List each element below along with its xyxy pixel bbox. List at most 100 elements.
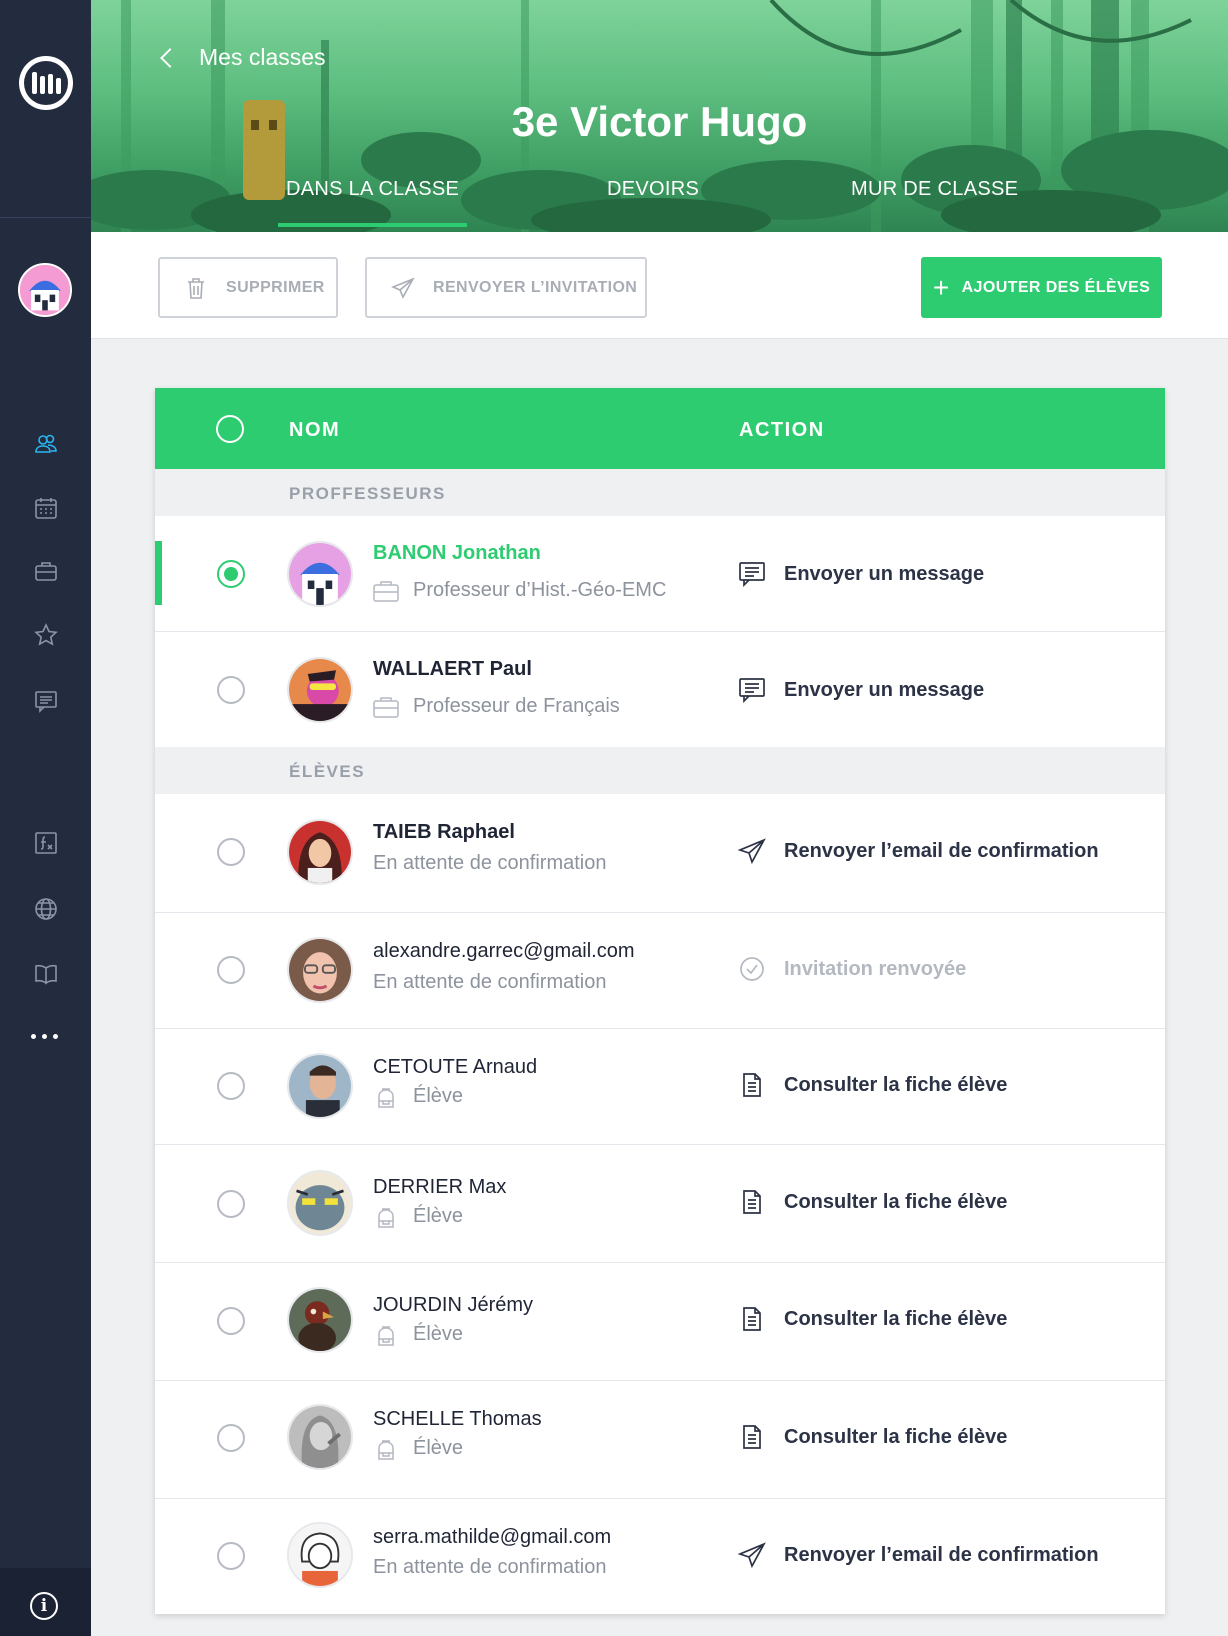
- members-table: NOM ACTION PROFFESSEURS BANON Jonathan P…: [155, 388, 1165, 1614]
- row-select-radio[interactable]: [217, 1424, 245, 1452]
- tab-homework[interactable]: DEVOIRS: [607, 178, 699, 201]
- member-name: JOURDIN Jérémy: [373, 1294, 534, 1316]
- table-row[interactable]: WALLAERT Paul Professeur de Français Env…: [155, 632, 1165, 747]
- invitation-resent-status: Invitation renvoyée: [738, 956, 966, 982]
- delete-label: SUPPRIMER: [226, 278, 325, 296]
- app-logo[interactable]: [19, 56, 73, 110]
- select-all-radio[interactable]: [216, 415, 244, 443]
- view-student-file-action[interactable]: Consulter la fiche élève: [738, 1306, 1007, 1332]
- action-label: Envoyer un message: [784, 562, 985, 585]
- paper-plane-icon: [738, 1542, 766, 1568]
- calendar-icon[interactable]: [32, 494, 60, 522]
- resend-invitation-label: RENVOYER L’INVITATION: [433, 278, 638, 296]
- avatar: [287, 541, 353, 607]
- table-row[interactable]: CETOUTE Arnaud Élève Consulter la fiche …: [155, 1029, 1165, 1145]
- member-name: serra.mathilde@gmail.com: [373, 1526, 612, 1548]
- formula-icon[interactable]: [32, 829, 60, 857]
- document-icon: [743, 1073, 761, 1097]
- toolbar: SUPPRIMER RENVOYER L’INVITATION + AJOUTE…: [91, 232, 1228, 339]
- tab-in-class[interactable]: DANS LA CLASSE: [277, 178, 468, 227]
- row-select-radio[interactable]: [217, 1542, 245, 1570]
- briefcase-icon[interactable]: [32, 557, 60, 585]
- row-select-radio[interactable]: [217, 1190, 245, 1218]
- member-status: Élève: [373, 1323, 463, 1346]
- table-row[interactable]: SCHELLE Thomas Élève Consulter la fiche …: [155, 1381, 1165, 1499]
- backpack-icon: [378, 1087, 394, 1108]
- view-student-file-action[interactable]: Consulter la fiche élève: [738, 1424, 1007, 1450]
- table-row[interactable]: TAIEB Raphael En attente de confirmation…: [155, 794, 1165, 913]
- avatar: [287, 1404, 353, 1470]
- paper-plane-icon: [391, 276, 415, 299]
- avatar: [287, 937, 353, 1003]
- avatar: [287, 1287, 353, 1353]
- tab-class-wall[interactable]: MUR DE CLASSE: [851, 178, 1018, 201]
- message-icon: [739, 562, 765, 587]
- messages-icon[interactable]: [32, 687, 60, 715]
- view-student-file-action[interactable]: Consulter la fiche élève: [738, 1189, 1007, 1215]
- back-link[interactable]: Mes classes: [160, 44, 326, 71]
- action-label: Consulter la fiche élève: [784, 1307, 1008, 1330]
- row-select-radio[interactable]: [217, 1072, 245, 1100]
- resend-invitation-button[interactable]: RENVOYER L’INVITATION: [365, 257, 647, 318]
- section-teachers: PROFFESSEURS: [155, 469, 1165, 516]
- avatar: [287, 657, 353, 723]
- add-students-label: AJOUTER DES ÉLÈVES: [961, 278, 1151, 296]
- row-select-radio[interactable]: [217, 1307, 245, 1335]
- add-students-button[interactable]: + AJOUTER DES ÉLÈVES: [921, 257, 1162, 318]
- send-message-action[interactable]: Envoyer un message: [738, 561, 984, 587]
- action-label: Consulter la fiche élève: [784, 1190, 1008, 1213]
- plus-icon: +: [932, 271, 950, 303]
- globe-icon[interactable]: [32, 895, 60, 923]
- action-label: Envoyer un message: [784, 678, 985, 701]
- action-label: Consulter la fiche élève: [784, 1425, 1008, 1448]
- table-row[interactable]: alexandre.garrec@gmail.com En attente de…: [155, 913, 1165, 1029]
- delete-button[interactable]: SUPPRIMER: [158, 257, 338, 318]
- action-label: Invitation renvoyée: [784, 957, 967, 980]
- member-status: Élève: [373, 1205, 463, 1228]
- briefcase-icon: [373, 580, 399, 602]
- users-icon[interactable]: [32, 430, 60, 458]
- more-icon[interactable]: [31, 1034, 58, 1039]
- member-status-label: Élève: [413, 1085, 464, 1107]
- check-circle-icon: [740, 957, 764, 981]
- row-select-radio[interactable]: [217, 956, 245, 984]
- member-name: CETOUTE Arnaud: [373, 1056, 538, 1078]
- resend-email-action[interactable]: Renvoyer l’email de confirmation: [738, 838, 1099, 864]
- send-message-action[interactable]: Envoyer un message: [738, 677, 984, 703]
- row-select-radio[interactable]: [217, 676, 245, 704]
- sidebar: i: [0, 0, 91, 1636]
- trash-icon: [188, 277, 204, 299]
- briefcase-icon: [373, 696, 399, 718]
- member-name: DERRIER Max: [373, 1176, 507, 1198]
- table-row[interactable]: DERRIER Max Élève Consulter la fiche élè…: [155, 1145, 1165, 1263]
- star-icon[interactable]: [32, 621, 60, 649]
- user-avatar[interactable]: [18, 263, 72, 317]
- action-label: Consulter la fiche élève: [784, 1073, 1008, 1096]
- backpack-icon: [378, 1325, 394, 1346]
- book-icon[interactable]: [32, 960, 60, 988]
- avatar: [287, 1170, 353, 1236]
- row-select-radio[interactable]: [217, 838, 245, 866]
- row-select-radio[interactable]: [217, 560, 245, 588]
- member-role: Professeur de Français: [373, 695, 620, 718]
- document-icon: [743, 1307, 761, 1331]
- avatar: [287, 1522, 353, 1588]
- info-icon[interactable]: i: [30, 1592, 58, 1620]
- member-role-label: Professeur de Français: [413, 695, 620, 717]
- class-header: Mes classes 3e Victor Hugo DANS LA CLASS…: [91, 0, 1228, 232]
- avatar: [287, 819, 353, 885]
- member-name: alexandre.garrec@gmail.com: [373, 940, 635, 962]
- table-row[interactable]: JOURDIN Jérémy Élève Consulter la fiche …: [155, 1263, 1165, 1381]
- chevron-left-icon: [160, 47, 180, 68]
- view-student-file-action[interactable]: Consulter la fiche élève: [738, 1072, 1007, 1098]
- table-row[interactable]: BANON Jonathan Professeur d’Hist.-Géo-EM…: [155, 516, 1165, 632]
- paper-plane-icon: [738, 838, 766, 864]
- member-name: TAIEB Raphael: [373, 821, 515, 843]
- member-status-label: Élève: [413, 1323, 464, 1345]
- resend-email-action[interactable]: Renvoyer l’email de confirmation: [738, 1542, 1099, 1568]
- member-status: Élève: [373, 1085, 463, 1108]
- action-label: Renvoyer l’email de confirmation: [784, 1543, 1099, 1566]
- table-row[interactable]: serra.mathilde@gmail.com En attente de c…: [155, 1499, 1165, 1617]
- member-name: WALLAERT Paul: [373, 658, 532, 680]
- class-tabs: DANS LA CLASSE DEVOIRS MUR DE CLASSE: [91, 172, 1228, 232]
